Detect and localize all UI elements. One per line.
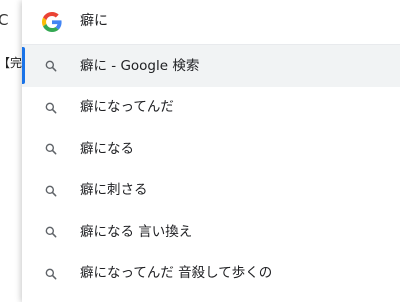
reload-icon[interactable]: C bbox=[0, 12, 10, 28]
search-icon bbox=[45, 102, 57, 113]
suggestion-item[interactable]: 癖になってんだ bbox=[22, 87, 400, 129]
selection-indicator bbox=[22, 47, 25, 84]
search-icon bbox=[45, 226, 57, 238]
omnibox-dropdown: 癖に 癖に - Google 検索 癖になってんだ 癖になる 癖に刺さる 癖にな… bbox=[22, 0, 400, 302]
background-page-text: 【完全 bbox=[0, 56, 22, 70]
suggestion-item[interactable]: 癖になる 言い換え bbox=[22, 211, 400, 253]
suggestion-label: 癖になってんだ 音殺して歩くの bbox=[80, 265, 273, 282]
search-icon bbox=[45, 143, 57, 155]
suggestion-item[interactable]: 癖になる bbox=[22, 128, 400, 170]
suggestion-item[interactable]: 癖になってんだ 音殺して歩くの bbox=[22, 253, 400, 295]
google-g-logo-icon bbox=[42, 12, 62, 32]
search-icon bbox=[45, 268, 57, 279]
search-icon bbox=[45, 60, 57, 72]
suggestion-label: 癖になる 言い換え bbox=[80, 223, 193, 240]
suggestion-list: 癖に - Google 検索 癖になってんだ 癖になる 癖に刺さる 癖になる 言… bbox=[22, 45, 400, 294]
search-icon bbox=[45, 185, 57, 196]
suggestion-item[interactable]: 癖に刺さる bbox=[22, 170, 400, 212]
omnibox-query[interactable]: 癖に bbox=[80, 11, 108, 31]
suggestion-label: 癖になってんだ bbox=[80, 99, 174, 116]
omnibox[interactable]: 癖に bbox=[22, 0, 400, 44]
suggestion-label: 癖になる bbox=[80, 140, 134, 157]
suggestion-label: 癖に - Google 検索 bbox=[80, 57, 200, 74]
suggestion-label: 癖に刺さる bbox=[80, 182, 148, 199]
suggestion-item[interactable]: 癖に - Google 検索 bbox=[22, 45, 400, 87]
screen: C 【完全 癖に 癖に - Google 検索 癖になってんだ bbox=[0, 0, 400, 302]
